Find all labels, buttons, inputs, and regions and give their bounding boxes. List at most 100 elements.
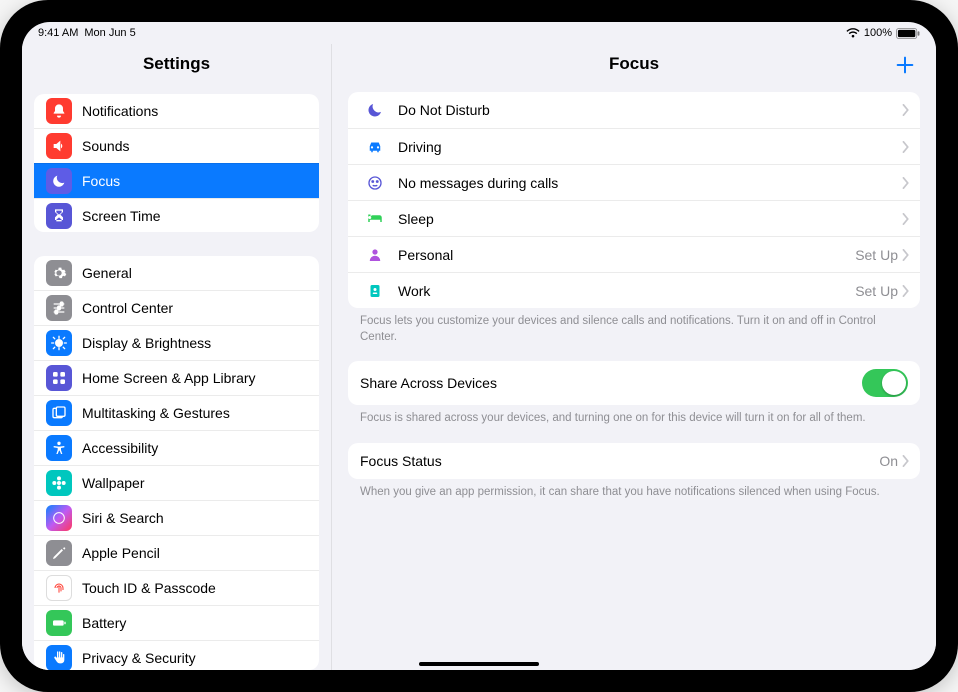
apps-icon — [46, 365, 72, 391]
detail-title: Focus — [609, 54, 659, 74]
share-devices-group: Share Across Devices — [348, 361, 920, 405]
focus-status-value: On — [879, 453, 898, 469]
chevron-right-icon — [902, 104, 910, 116]
sidebar-item-focus[interactable]: Focus — [34, 163, 319, 198]
sidebar-item-wallpaper[interactable]: Wallpaper — [34, 465, 319, 500]
sidebar-item-label: Accessibility — [82, 440, 307, 456]
focus-row-label: Work — [398, 283, 855, 299]
chevron-right-icon — [902, 285, 910, 297]
gear-icon — [46, 260, 72, 286]
sidebar-item-label: Screen Time — [82, 208, 307, 224]
focus-row-personal[interactable]: Personal Set Up — [348, 236, 920, 272]
hand-icon — [46, 645, 72, 671]
setup-label: Set Up — [855, 283, 898, 299]
moon-icon — [46, 168, 72, 194]
focus-row-label: Driving — [398, 139, 902, 155]
share-label: Share Across Devices — [360, 375, 497, 391]
sidebar-item-accessibility[interactable]: Accessibility — [34, 430, 319, 465]
sidebar-item-siri[interactable]: Siri & Search — [34, 500, 319, 535]
accessibility-icon — [46, 435, 72, 461]
sidebar-item-label: Sounds — [82, 138, 307, 154]
badge-icon — [360, 282, 390, 300]
car-icon — [360, 138, 390, 156]
sidebar-item-label: General — [82, 265, 307, 281]
speaker-icon — [46, 133, 72, 159]
add-focus-button[interactable] — [892, 52, 918, 78]
chevron-right-icon — [902, 141, 910, 153]
home-indicator[interactable] — [419, 662, 539, 666]
bell-icon — [46, 98, 72, 124]
battery-icon — [46, 610, 72, 636]
focus-status-group: Focus Status On — [348, 443, 920, 479]
focus-status-label: Focus Status — [360, 453, 879, 469]
focus-group-footer: Focus lets you customize your devices an… — [360, 314, 908, 345]
status-group-footer: When you give an app permission, it can … — [360, 485, 908, 501]
share-group-footer: Focus is shared across your devices, and… — [360, 411, 908, 427]
chevron-right-icon — [902, 177, 910, 189]
rectangles-icon — [46, 400, 72, 426]
focus-modes-group: Do Not Disturb Driving No messages durin… — [348, 92, 920, 308]
sidebar-item-controlcenter[interactable]: Control Center — [34, 290, 319, 325]
sidebar-item-label: Focus — [82, 173, 307, 189]
sidebar-item-battery[interactable]: Battery — [34, 605, 319, 640]
battery-percent: 100% — [864, 27, 892, 39]
screen: 9:41 AM Mon Jun 5 100% Settings — [22, 22, 936, 670]
focus-row-label: No messages during calls — [398, 175, 902, 191]
status-date: Mon Jun 5 — [84, 27, 135, 39]
focus-row-sleep[interactable]: Sleep — [348, 200, 920, 236]
chevron-right-icon — [902, 455, 910, 467]
detail-header: Focus — [332, 44, 936, 88]
share-across-devices-row[interactable]: Share Across Devices — [348, 361, 920, 405]
sidebar-item-label: Multitasking & Gestures — [82, 405, 307, 421]
sidebar-group-general: General Control Center Display & Brightn… — [34, 256, 319, 671]
sidebar-item-label: Wallpaper — [82, 475, 307, 491]
sidebar-item-label: Privacy & Security — [82, 650, 307, 666]
sidebar-item-label: Battery — [82, 615, 307, 631]
focus-status-row[interactable]: Focus Status On — [348, 443, 920, 479]
sidebar-group-focus: Notifications Sounds Focus Screen Time — [34, 94, 319, 232]
split-view: Settings Notifications Sounds Focus — [22, 44, 936, 670]
sidebar-item-screentime[interactable]: Screen Time — [34, 198, 319, 232]
ipad-frame: 9:41 AM Mon Jun 5 100% Settings — [0, 0, 958, 692]
sidebar-item-label: Notifications — [82, 103, 307, 119]
status-bar: 9:41 AM Mon Jun 5 100% — [22, 22, 936, 44]
focus-row-label: Sleep — [398, 211, 902, 227]
battery-icon — [896, 28, 920, 39]
hourglass-icon — [46, 203, 72, 229]
sidebar-item-general[interactable]: General — [34, 256, 319, 290]
sidebar-item-label: Siri & Search — [82, 510, 307, 526]
sidebar-item-sounds[interactable]: Sounds — [34, 128, 319, 163]
sidebar-item-label: Apple Pencil — [82, 545, 307, 561]
sidebar-item-pencil[interactable]: Apple Pencil — [34, 535, 319, 570]
sidebar-item-touchid[interactable]: Touch ID & Passcode — [34, 570, 319, 605]
sidebar-item-label: Display & Brightness — [82, 335, 307, 351]
fingerprint-icon — [46, 575, 72, 601]
sidebar-title: Settings — [22, 44, 331, 86]
settings-sidebar: Settings Notifications Sounds Focus — [22, 44, 332, 670]
focus-row-driving[interactable]: Driving — [348, 128, 920, 164]
flower-icon — [46, 470, 72, 496]
focus-row-no-messages[interactable]: No messages during calls — [348, 164, 920, 200]
wifi-icon — [846, 28, 860, 39]
sidebar-item-label: Home Screen & App Library — [82, 370, 307, 386]
sliders-icon — [46, 295, 72, 321]
focus-row-label: Personal — [398, 247, 855, 263]
detail-pane: Focus Do Not Disturb Driving — [332, 44, 936, 670]
sidebar-item-privacy[interactable]: Privacy & Security — [34, 640, 319, 671]
chevron-right-icon — [902, 249, 910, 261]
focus-row-work[interactable]: Work Set Up — [348, 272, 920, 308]
sidebar-item-notifications[interactable]: Notifications — [34, 94, 319, 128]
pencil-icon — [46, 540, 72, 566]
focus-row-dnd[interactable]: Do Not Disturb — [348, 92, 920, 128]
sidebar-item-label: Control Center — [82, 300, 307, 316]
share-switch[interactable] — [862, 369, 908, 397]
brightness-icon — [46, 330, 72, 356]
bed-icon — [360, 210, 390, 228]
smiley-icon — [360, 174, 390, 192]
moon-icon — [360, 101, 390, 119]
setup-label: Set Up — [855, 247, 898, 263]
sidebar-item-multitasking[interactable]: Multitasking & Gestures — [34, 395, 319, 430]
sidebar-item-homescreen[interactable]: Home Screen & App Library — [34, 360, 319, 395]
sidebar-item-display[interactable]: Display & Brightness — [34, 325, 319, 360]
sidebar-item-label: Touch ID & Passcode — [82, 580, 307, 596]
